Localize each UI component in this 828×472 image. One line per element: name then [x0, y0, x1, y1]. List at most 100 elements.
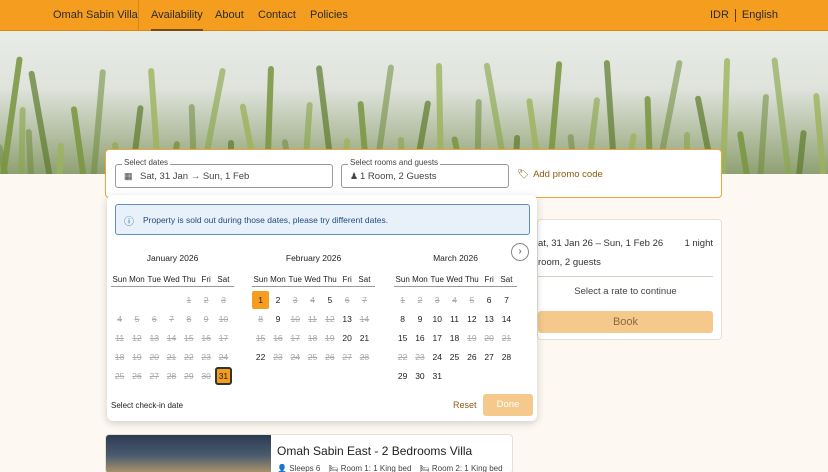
nav-contact[interactable]: Contact	[258, 0, 296, 31]
calendar-day[interactable]: 24	[429, 348, 446, 366]
calendar-day[interactable]: 11	[446, 310, 463, 328]
done-button[interactable]: Done	[483, 394, 533, 416]
rooms-guests-legend: Select rooms and guests	[348, 158, 441, 167]
nav-policies[interactable]: Policies	[310, 0, 348, 31]
calendar-day: 22	[184, 352, 194, 362]
locale-switcher: IDR English	[710, 0, 778, 31]
weekday-label: Sun	[253, 275, 268, 284]
calendar-day: 5	[469, 295, 475, 305]
calendar-day: 13	[149, 333, 159, 343]
calendar-day: 28	[359, 352, 370, 362]
calendar-day: 6	[151, 314, 157, 324]
sold-out-message: Property is sold out during those dates,…	[143, 215, 389, 225]
weekday-divider	[394, 286, 518, 287]
calendar-day[interactable]: 12	[463, 310, 480, 328]
search-bar: Select dates ▦ Sat, 31 Jan → Sun, 1 Feb …	[105, 149, 722, 198]
calendar-day: 25	[307, 352, 318, 362]
rooms-guests-value: 1 Room, 2 Guests	[360, 171, 437, 182]
calendar-day[interactable]: 15	[394, 329, 411, 347]
weekday-label: Tue	[430, 275, 444, 284]
rooms-guests-field[interactable]: Select rooms and guests ♟ 1 Room, 2 Gues…	[341, 158, 509, 188]
calendar-day[interactable]: 13	[339, 310, 356, 328]
calendar-day[interactable]: 5	[321, 291, 338, 309]
promo-code-link[interactable]: 🏷 Add promo code	[517, 169, 603, 180]
villa-meta: 👤 Sleeps 6 🛏 Room 1: 1 King bed 🛏 Room 2…	[277, 464, 503, 472]
book-button[interactable]: Book	[538, 311, 713, 333]
date-range-legend: Select dates	[122, 158, 171, 167]
calendar-day: 21	[166, 352, 177, 362]
calendar-day[interactable]: 16	[411, 329, 428, 347]
weekday-label: Sat	[500, 275, 513, 284]
calendar-day[interactable]: 13	[481, 310, 498, 328]
brand-link[interactable]: Omah Sabin Villa	[53, 0, 138, 31]
date-range-value: Sat, 31 Jan → Sun, 1 Feb	[140, 171, 250, 182]
calendar-day[interactable]: 27	[481, 348, 498, 366]
calendar-day[interactable]: 28	[498, 348, 515, 366]
weekday-header: Sun Mon Tue Wed Thu Fri Sat	[111, 275, 232, 284]
calendar-day: 20	[149, 352, 159, 362]
calendar-day[interactable]: 29	[394, 367, 411, 385]
weekday-label: Wed	[446, 275, 463, 284]
villa-photo[interactable]	[106, 435, 271, 472]
calendar-day[interactable]: 22	[252, 348, 269, 366]
calendar-day[interactable]: 26	[463, 348, 480, 366]
calendar-day: 16	[273, 333, 283, 343]
weekday-label: Mon	[129, 275, 145, 284]
calendar-day[interactable]: 25	[446, 348, 463, 366]
nav-availability[interactable]: Availability	[151, 0, 203, 31]
calendar-day: 2	[203, 295, 209, 305]
calendar-day[interactable]: 31	[429, 367, 446, 385]
tag-icon: 🏷	[517, 169, 530, 180]
date-range-field[interactable]: Select dates ▦ Sat, 31 Jan → Sun, 1 Feb	[115, 158, 333, 188]
calendar-day[interactable]: 9	[269, 310, 286, 328]
calendar-day: 10	[218, 314, 229, 324]
calendar-day[interactable]: 18	[446, 329, 463, 347]
calendar-day[interactable]: 1	[252, 291, 270, 309]
sold-out-alert: ⓘ Property is sold out during those date…	[115, 204, 530, 235]
calendar-day: 24	[218, 352, 229, 362]
currency-selector[interactable]: IDR	[710, 0, 729, 31]
person-icon: 👤	[277, 464, 287, 472]
calendar-day: 14	[166, 333, 177, 343]
date-picker-popup: ⓘ Property is sold out during those date…	[107, 195, 537, 421]
month-title: February 2026	[285, 253, 342, 263]
weekday-label: Tue	[288, 275, 302, 284]
weekday-header: Sun Mon Tue Wed Thu Fri Sat	[394, 275, 515, 284]
calendar-icon: ▦	[124, 171, 133, 181]
summary-nights: 1 night	[684, 238, 713, 249]
calendar-day[interactable]: 31	[214, 367, 233, 385]
calendar-day[interactable]: 6	[481, 291, 498, 309]
language-selector[interactable]: English	[742, 0, 778, 31]
calendar-day: 26	[132, 371, 142, 381]
reset-button[interactable]: Reset	[453, 400, 477, 410]
villa-title[interactable]: Omah Sabin East - 2 Bedrooms Villa	[277, 444, 472, 458]
calendar-day[interactable]: 2	[269, 291, 286, 309]
summary-dates: at, 31 Jan 26 – Sun, 1 Feb 26	[538, 238, 664, 249]
calendar-day[interactable]: 20	[339, 329, 356, 347]
calendar-day: 25	[114, 371, 125, 381]
calendar-day[interactable]: 17	[429, 329, 446, 347]
weekday-label: Mon	[270, 275, 286, 284]
summary-rooms: room, 2 guests	[538, 257, 601, 268]
weekday-label: Fri	[342, 275, 352, 284]
weekday-label: Sat	[358, 275, 371, 284]
grass-blade	[771, 57, 793, 174]
calendar-day: 23	[201, 352, 211, 362]
calendar-day[interactable]: 30	[411, 367, 428, 385]
booking-summary-card: at, 31 Jan 26 – Sun, 1 Feb 26 1 night ro…	[537, 219, 722, 340]
calendar-day[interactable]: 14	[498, 310, 515, 328]
calendar-day: 23	[273, 352, 283, 362]
calendar-day[interactable]: 21	[356, 329, 373, 347]
grass-blade	[736, 130, 752, 174]
calendar-day[interactable]: 10	[429, 310, 446, 328]
calendar-day: 4	[117, 314, 123, 324]
calendar-day[interactable]: 8	[394, 310, 411, 328]
calendar-day[interactable]: 7	[498, 291, 515, 309]
chevron-right-icon: ›	[518, 246, 522, 257]
calendar-day: 20	[484, 333, 494, 343]
nav-about[interactable]: About	[215, 0, 244, 31]
calendar-day[interactable]: 9	[411, 310, 428, 328]
weekday-label: Fri	[484, 275, 494, 284]
grass-blade	[55, 142, 65, 174]
calendar-day: 1	[400, 295, 406, 305]
